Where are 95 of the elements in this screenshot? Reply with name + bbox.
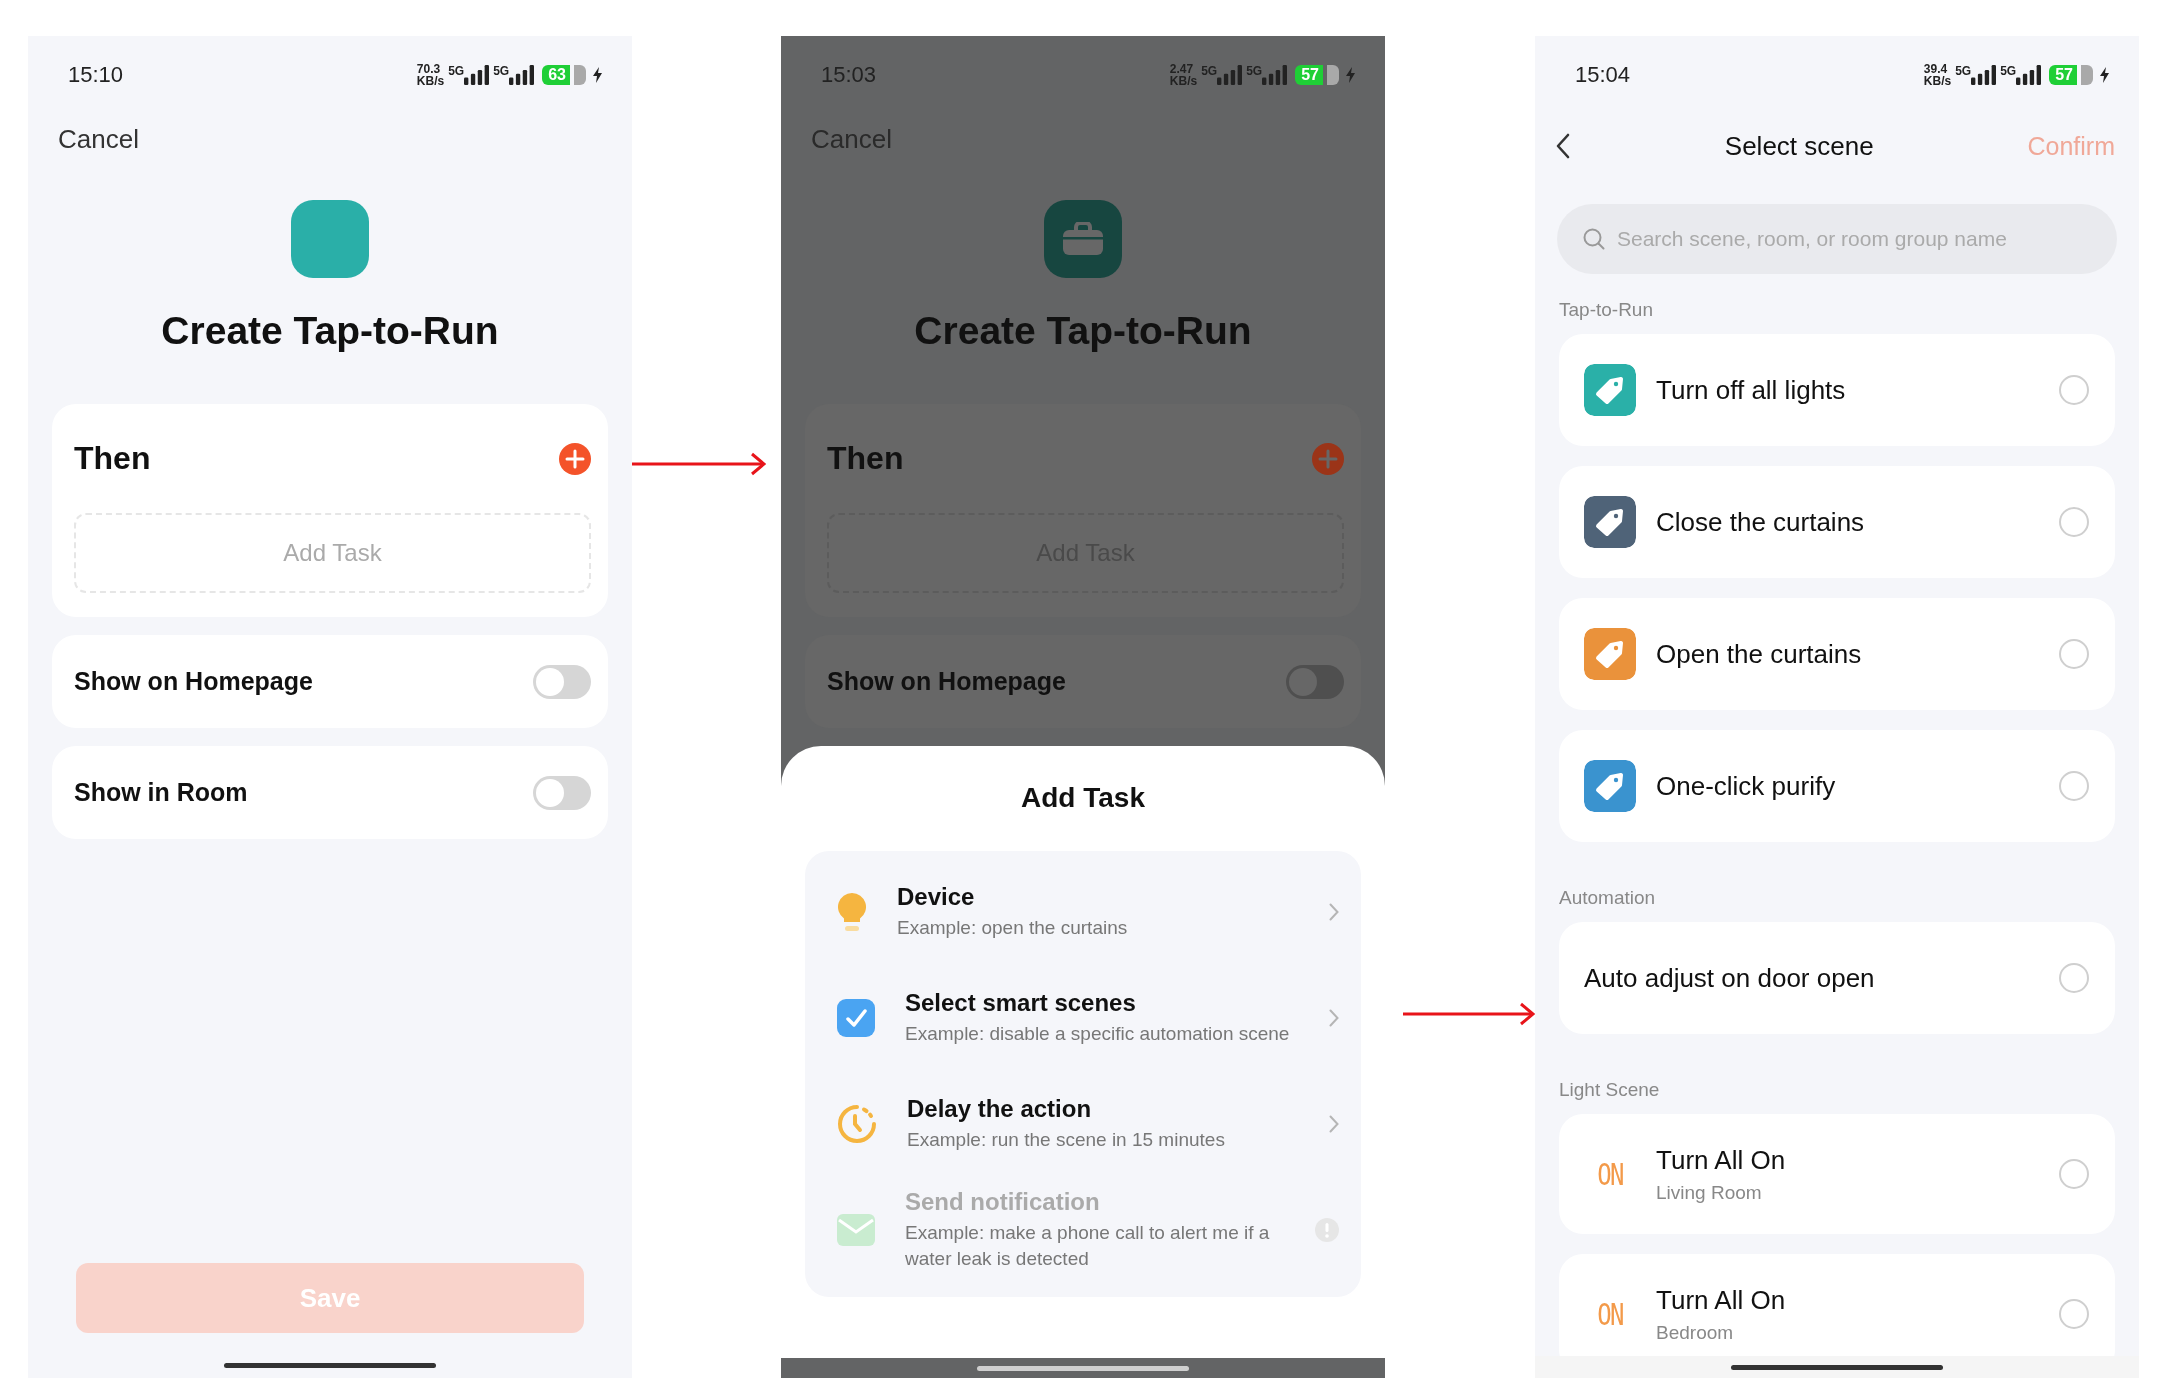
section-title: Then [74,440,151,477]
battery-tail-icon [1327,65,1339,85]
radio-button[interactable] [2059,1159,2089,1189]
toggle-label: Show in Room [74,778,248,807]
task-option[interactable]: Device Example: open the curtains [805,859,1361,965]
task-option[interactable]: Delay the action Example: run the scene in 15 minutes [805,1071,1361,1177]
signal-icon [2016,65,2042,85]
radio-button[interactable] [2059,375,2089,405]
option-title: Device [897,883,976,911]
radio-button[interactable] [2059,639,2089,669]
section-label: Automation [1558,886,1657,910]
section-label: Tap-to-Run [1558,298,1654,322]
battery-tail-icon [574,65,586,85]
radio-button[interactable] [2059,1299,2089,1329]
scene-item[interactable]: Auto adjust on door open [1559,922,2115,1034]
signal-icon [1217,65,1243,85]
charging-icon [2100,67,2109,83]
battery-indicator: 63 [542,65,570,85]
option-example: Example: make a phone call to alert me if a water leak is detected [905,1221,1271,1271]
speed-unit: KB/s [416,75,445,87]
option-example: Example: run the scene in 15 minutes [907,1128,1226,1152]
scene-item[interactable]: ON Turn All On Bedroom [1559,1254,2115,1356]
sheet-title: Add Task [1020,781,1146,815]
scene-item[interactable]: Turn off all lights [1559,334,2115,446]
signal-icon [1971,65,1997,85]
search-field[interactable]: Search scene, room, or room group name [1615,226,2091,252]
toggle-label: Show on Homepage [827,667,1066,696]
option-title: Send notification [905,1188,1101,1216]
toggle-switch[interactable] [1286,664,1344,699]
signal-icon [464,65,490,85]
radio-button[interactable] [2059,963,2089,993]
network-type-label: 5G [493,65,510,77]
clock-icon [837,1104,877,1144]
network-speed: 39.4 [1923,63,1949,75]
toggle-switch[interactable] [533,664,591,699]
scene-title: Turn All On [1656,1284,1787,1316]
option-example: Example: disable a specific automation scene [905,1022,1291,1046]
chevron-right-icon [1329,1009,1339,1027]
chevron-right-icon [1329,1115,1339,1133]
task-option[interactable]: Select smart scenes Example: disable a specific automation scene [805,965,1361,1071]
section-label: Light Scene [1558,1078,1661,1102]
scene-item[interactable]: Open the curtains [1559,598,2115,710]
radio-button[interactable] [2059,507,2089,537]
section-title: Then [827,440,904,477]
search-icon [1583,228,1605,250]
status-time: 15:04 [1575,62,1631,88]
envelope-icon [837,1214,875,1246]
toggle-label: Show on Homepage [74,667,313,696]
scene-item[interactable]: Close the curtains [1559,466,2115,578]
battery-tail-icon [2081,65,2093,85]
option-example: Example: open the curtains [897,916,1129,940]
screen-title: Select scene [1724,130,1874,162]
network-type-label: 5G [1246,65,1263,77]
signal-icon [1262,65,1288,85]
chevron-right-icon [1329,903,1339,921]
page-title: Create Tap-to-Run [913,308,1253,354]
speed-unit: KB/s [1169,75,1198,87]
scene-title: Auto adjust on door open [1584,962,1876,994]
toggle-switch[interactable] [533,775,591,810]
back-button[interactable] [1555,133,1571,159]
page-title: Create Tap-to-Run [160,308,500,354]
option-title: Select smart scenes [905,989,1137,1017]
scene-title: Close the curtains [1656,506,1866,538]
scene-item[interactable]: One-click purify [1559,730,2115,842]
battery-indicator: 57 [1295,65,1323,85]
status-time: 15:10 [68,62,124,88]
scene-title: Turn off all lights [1656,374,1847,406]
network-type-label: 5G [2000,65,2017,77]
status-time: 15:03 [821,62,877,88]
search-bar[interactable]: Search scene, room, or room group name [1557,204,2117,274]
on-label: ON [1596,1296,1624,1332]
light-bulb-icon [837,893,867,931]
info-icon [1315,1218,1339,1242]
charging-icon [593,67,602,83]
battery-indicator: 57 [2049,65,2077,85]
network-type-label: 5G [448,65,465,77]
scene-title: Open the curtains [1656,638,1863,670]
radio-button[interactable] [2059,771,2089,801]
speed-unit: KB/s [1923,75,1952,87]
network-type-label: 5G [1201,65,1218,77]
network-speed: 70.3 [416,63,442,75]
network-speed: 2.47 [1169,63,1195,75]
option-title: Delay the action [907,1095,1093,1123]
add-icon[interactable] [559,442,591,475]
scene-item[interactable]: ON Turn All On Living Room [1559,1114,2115,1234]
charging-icon [1346,67,1355,83]
checkbox-icon [837,999,875,1037]
on-label: ON [1596,1156,1624,1192]
network-type-label: 5G [1955,65,1972,77]
room-name: Bedroom [1656,1321,1735,1344]
scene-title: One-click purify [1656,770,1837,802]
room-name: Living Room [1656,1181,1763,1204]
signal-icon [509,65,535,85]
scene-title: Turn All On [1656,1144,1787,1176]
cancel-button[interactable]: Cancel [58,123,139,155]
